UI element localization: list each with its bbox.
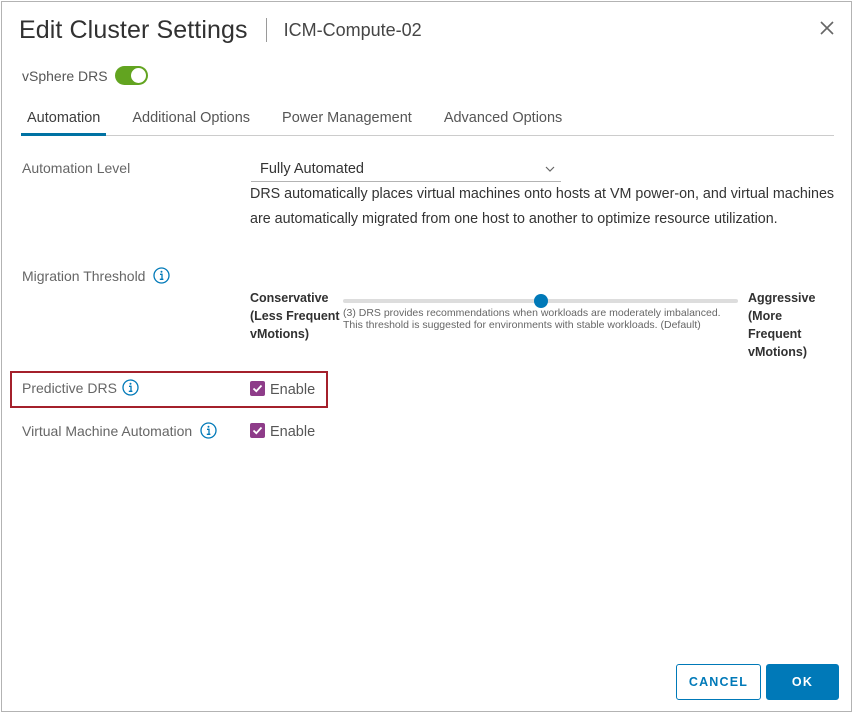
automation-level-description: DRS automatically places virtual machine… xyxy=(250,186,835,227)
vsphere-drs-row: vSphere DRS xyxy=(22,66,148,85)
checkbox-box xyxy=(250,422,265,438)
title-divider xyxy=(265,18,267,42)
slider-handle[interactable] xyxy=(533,294,548,308)
checkbox-box xyxy=(250,380,265,396)
automation-level-label: Automation Level xyxy=(22,160,130,176)
predictive-drs-label: Predictive DRS xyxy=(22,379,117,396)
predictive-drs-row: Predictive DRS xyxy=(22,379,139,396)
slider-aggressive-label: Aggressive (More Frequent vMotions) xyxy=(748,291,816,359)
dialog-header: Edit Cluster Settings ICM-Compute-02 xyxy=(19,10,422,50)
vm-automation-label: Virtual Machine Automation xyxy=(22,422,193,439)
toggle-knob xyxy=(130,68,146,83)
dialog-title: Edit Cluster Settings xyxy=(19,15,248,44)
edit-cluster-settings-dialog: Edit Cluster Settings ICM-Compute-02 vSp… xyxy=(1,1,852,712)
tab-advanced-options[interactable]: Advanced Options xyxy=(438,102,569,135)
migration-threshold-label: Migration Threshold xyxy=(22,267,146,284)
slider-conservative-label: Conservative (Less Frequent vMotions) xyxy=(250,291,340,341)
chevron-down-icon xyxy=(545,166,555,172)
info-icon[interactable] xyxy=(122,379,139,396)
ok-button[interactable]: OK xyxy=(766,664,839,700)
predictive-drs-checkbox[interactable]: Enable xyxy=(250,380,316,398)
automation-level-value: Fully Automated xyxy=(260,161,364,177)
predictive-drs-enable-label: Enable xyxy=(270,382,316,398)
close-icon xyxy=(820,21,834,35)
tab-additional-options[interactable]: Additional Options xyxy=(126,102,256,135)
info-icon[interactable] xyxy=(153,267,171,284)
vm-automation-row: Virtual Machine Automation xyxy=(22,422,217,439)
cluster-name: ICM-Compute-02 xyxy=(283,19,422,40)
tab-automation[interactable]: Automation xyxy=(21,102,107,136)
vm-automation-checkbox[interactable]: Enable xyxy=(250,422,316,440)
migration-threshold-help: (3) DRS provides recommendations when wo… xyxy=(343,307,721,331)
close-button[interactable] xyxy=(817,18,837,38)
automation-level-select[interactable]: Fully Automated xyxy=(251,159,561,182)
cancel-button[interactable]: CANCEL xyxy=(676,664,761,700)
checkmark-icon xyxy=(252,426,263,434)
tab-bar: Automation Additional Options Power Mana… xyxy=(21,102,834,136)
info-icon[interactable] xyxy=(200,422,217,439)
vsphere-drs-toggle[interactable] xyxy=(114,66,148,85)
checkmark-icon xyxy=(252,384,263,392)
tab-power-management[interactable]: Power Management xyxy=(276,102,418,135)
vsphere-drs-label: vSphere DRS xyxy=(22,67,108,84)
migration-threshold-row: Migration Threshold xyxy=(22,267,171,284)
automation-level-label-text: Automation Level xyxy=(22,160,131,176)
vm-automation-enable-label: Enable xyxy=(270,424,316,440)
migration-threshold-slider[interactable] xyxy=(343,294,738,308)
